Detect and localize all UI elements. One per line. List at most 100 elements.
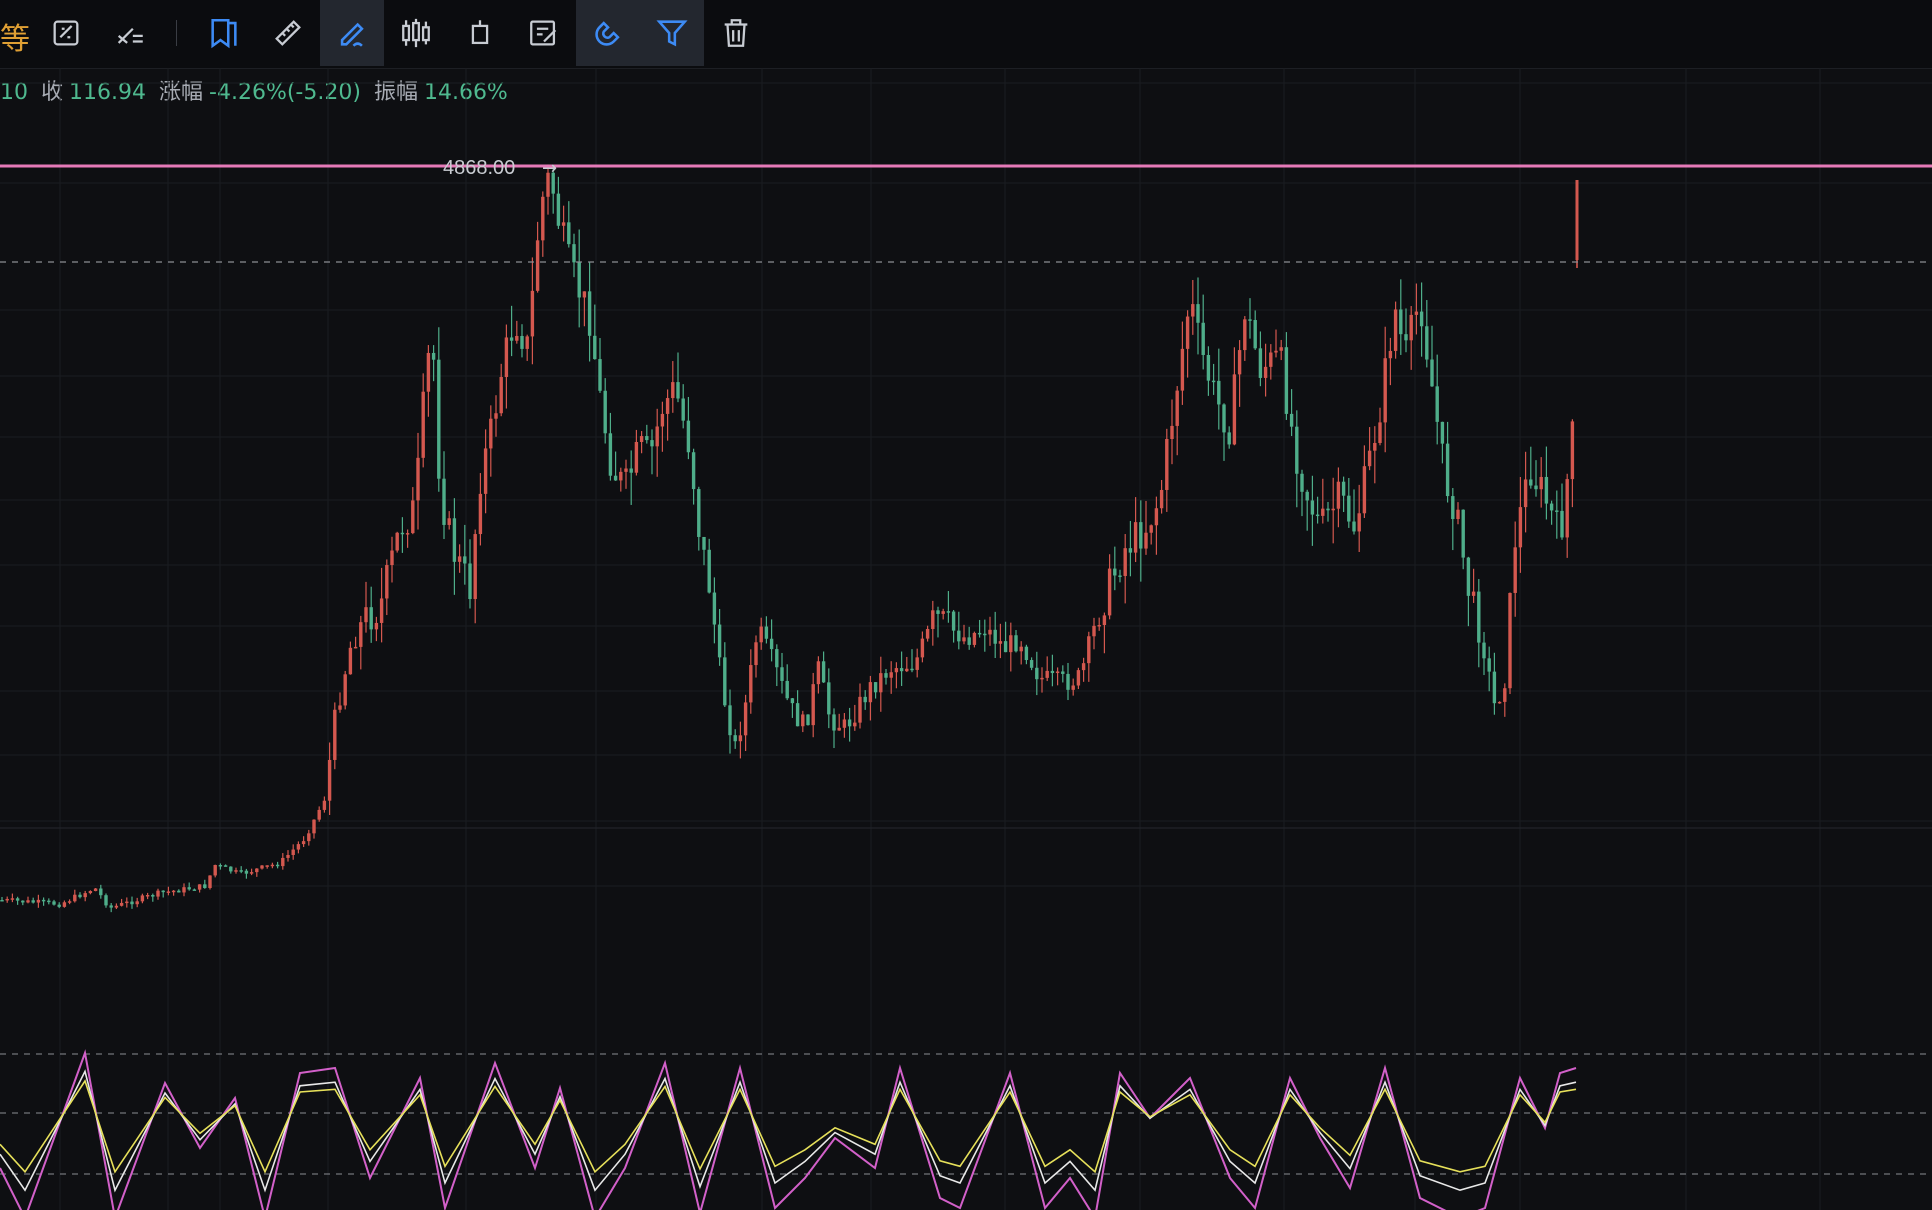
- candle: [130, 896, 134, 909]
- candle: [1383, 326, 1387, 453]
- candle: [400, 517, 405, 553]
- candle: [483, 429, 488, 514]
- candle: [31, 897, 35, 904]
- candle: [1336, 467, 1341, 528]
- candle: [1113, 546, 1117, 591]
- candle: [1149, 524, 1153, 545]
- candle: [504, 324, 509, 409]
- candle: [1404, 308, 1408, 353]
- candle: [73, 889, 77, 903]
- candle: [1393, 301, 1398, 359]
- candle: [265, 865, 269, 869]
- candle: [1133, 497, 1138, 563]
- candle: [36, 894, 41, 908]
- candle: [286, 850, 290, 862]
- candle: [1560, 483, 1564, 540]
- candles-icon[interactable]: [384, 0, 448, 66]
- candle: [998, 623, 1003, 659]
- candle: [1097, 617, 1101, 631]
- candle: [1570, 419, 1575, 508]
- single-candle-icon[interactable]: [448, 0, 512, 66]
- candle: [182, 883, 186, 897]
- candle: [983, 619, 987, 652]
- candle: [395, 531, 399, 553]
- candle: [151, 893, 155, 902]
- candle: [260, 865, 264, 870]
- magnet-icon[interactable]: [576, 0, 640, 66]
- candle: [509, 305, 514, 357]
- candle: [811, 672, 815, 738]
- candle: [801, 710, 805, 733]
- candle: [1154, 496, 1159, 555]
- candle: [135, 897, 139, 908]
- candle: [1185, 310, 1190, 378]
- candle: [166, 886, 171, 896]
- candle: [1269, 344, 1273, 380]
- candle: [1087, 631, 1091, 682]
- candle: [1445, 421, 1450, 503]
- candle: [681, 384, 685, 429]
- candle: [1523, 451, 1528, 533]
- candle: [1373, 426, 1377, 484]
- candle: [1248, 298, 1252, 339]
- draw-pen-icon[interactable]: [320, 0, 384, 66]
- note-edit-icon[interactable]: [512, 0, 576, 66]
- candle: [754, 635, 758, 678]
- candle: [1253, 310, 1257, 350]
- candle: [941, 608, 945, 620]
- candle: [1123, 534, 1127, 604]
- candle: [556, 176, 561, 229]
- candle: [1409, 306, 1413, 370]
- candle: [1477, 579, 1481, 668]
- line-settings-icon[interactable]: [98, 0, 162, 66]
- candle: [192, 888, 197, 891]
- candle: [847, 707, 852, 742]
- candle: [749, 649, 753, 714]
- candle: [1107, 554, 1112, 620]
- candle: [1274, 329, 1278, 358]
- candle: [229, 866, 233, 874]
- candle: [962, 624, 966, 645]
- candle: [582, 291, 587, 327]
- candle: [853, 704, 857, 731]
- ruler-icon[interactable]: [256, 0, 320, 66]
- candlestick-series: [0, 164, 1579, 913]
- candle: [270, 862, 275, 869]
- candle: [218, 863, 223, 870]
- candle: [353, 636, 358, 649]
- candle: [78, 892, 82, 899]
- candle: [1310, 475, 1315, 546]
- candle: [67, 899, 72, 905]
- candle: [1341, 476, 1346, 512]
- candle: [832, 708, 836, 749]
- bookmark-icon[interactable]: [192, 0, 256, 66]
- candle: [535, 221, 540, 293]
- candle: [359, 615, 363, 670]
- candle: [203, 879, 207, 889]
- candle: [764, 616, 769, 644]
- candle: [1201, 294, 1205, 370]
- candle: [1326, 501, 1330, 522]
- candle: [244, 868, 249, 879]
- price-chart[interactable]: 4868.00 →: [0, 68, 1932, 1210]
- candle: [899, 651, 904, 686]
- candle: [858, 683, 862, 729]
- candle: [905, 656, 909, 673]
- candle: [920, 631, 925, 663]
- candle: [702, 536, 706, 566]
- sync-drawing-icon[interactable]: [34, 0, 98, 66]
- candle: [1435, 354, 1439, 445]
- candle: [1076, 667, 1081, 690]
- candle: [1081, 657, 1086, 682]
- candle: [1263, 343, 1268, 397]
- candle: [301, 836, 306, 848]
- candle: [21, 900, 25, 906]
- filter-icon[interactable]: [640, 0, 704, 66]
- candle: [239, 866, 243, 874]
- candle: [1243, 316, 1247, 361]
- candle: [1222, 403, 1226, 461]
- candle: [988, 616, 992, 646]
- price-line-arrow: →: [542, 158, 557, 179]
- candle: [1461, 509, 1465, 570]
- trash-icon[interactable]: [704, 0, 768, 66]
